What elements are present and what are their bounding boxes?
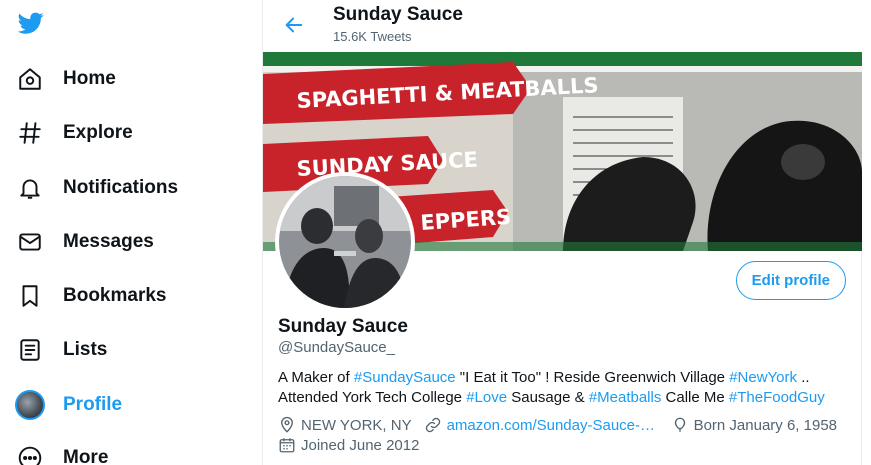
nav-more[interactable]: More (14, 438, 108, 465)
envelope-icon (14, 226, 46, 258)
hashtag-icon (14, 117, 46, 149)
nav-home[interactable]: Home (14, 59, 116, 99)
edit-profile-button[interactable]: Edit profile (735, 261, 846, 300)
hashtag-link[interactable]: #NewYork (729, 369, 797, 386)
profile-meta-row: NEW YORK, NY amazon.com/Sunday-Sauce-W..… (278, 416, 849, 434)
back-button[interactable] (279, 10, 309, 40)
nav-home-label: Home (63, 68, 116, 89)
header-title: Sunday Sauce (333, 4, 463, 25)
hashtag-link[interactable]: #SundaySauce (354, 369, 456, 386)
nav-bookmarks[interactable]: Bookmarks (14, 276, 167, 316)
nav-messages-label: Messages (63, 231, 154, 252)
profile-header: Sunday Sauce 15.6K Tweets (263, 0, 862, 52)
website-link[interactable]: amazon.com/Sunday-Sauce-W... (447, 417, 659, 434)
joined-text: Joined June 2012 (301, 436, 420, 454)
nav-explore-label: Explore (63, 122, 133, 143)
avatar (14, 389, 46, 421)
nav-notifications-label: Notifications (63, 177, 179, 198)
profile-bio: A Maker of #SundaySauce "I Eat it Too" !… (278, 368, 848, 407)
link-icon (425, 417, 440, 433)
profile-location: NEW YORK, NY (278, 416, 412, 434)
calendar-icon (279, 438, 295, 453)
nav-messages[interactable]: Messages (14, 222, 154, 262)
location-text: NEW YORK, NY (301, 416, 412, 434)
tweet-count: 15.6K Tweets (333, 29, 412, 44)
bio-text: A Maker of (278, 369, 354, 386)
nav-profile[interactable]: Profile (14, 385, 122, 425)
back-arrow-icon (285, 17, 303, 33)
bio-text: Calle Me (661, 388, 729, 406)
balloon-icon (674, 417, 685, 432)
sidebar: Home Explore Notifications Messages Book… (0, 0, 262, 465)
nav-bookmarks-label: Bookmarks (63, 285, 167, 306)
hashtag-link[interactable]: #Meatballs (589, 389, 662, 406)
bell-icon (14, 172, 46, 204)
bookmark-icon (14, 280, 46, 312)
location-pin-icon (281, 416, 293, 433)
nav-lists-label: Lists (63, 339, 108, 360)
hashtag-link[interactable]: #Love (466, 389, 507, 406)
twitter-bird-icon[interactable] (16, 10, 48, 40)
profile-column: Sunday Sauce 15.6K Tweets SPAGHETTI & ME… (262, 0, 862, 465)
nav-profile-label: Profile (63, 394, 123, 415)
bio-text: Sausage & (507, 388, 589, 406)
hashtag-link[interactable]: #TheFoodGuy (729, 389, 825, 406)
bio-text: "I Eat it Too" ! Reside Greenwich Villag… (455, 369, 730, 386)
profile-birthday: Born January 6, 1958 (671, 416, 837, 434)
profile-joined-row: Joined June 2012 (278, 436, 431, 454)
profile-display-name: Sunday Sauce (278, 316, 408, 337)
nav-explore[interactable]: Explore (14, 113, 133, 153)
nav-lists[interactable]: Lists (14, 330, 107, 370)
more-circle-icon (14, 442, 46, 465)
nav-notifications[interactable]: Notifications (14, 168, 178, 208)
home-icon (14, 63, 46, 95)
list-icon (14, 334, 46, 366)
profile-handle: @SundaySauce_ (278, 339, 395, 356)
profile-website: amazon.com/Sunday-Sauce-W... (424, 416, 659, 434)
profile-avatar[interactable] (275, 172, 415, 312)
profile-joined: Joined June 2012 (278, 436, 419, 454)
birthday-text: Born January 6, 1958 (693, 416, 838, 434)
nav-more-label: More (63, 447, 109, 465)
